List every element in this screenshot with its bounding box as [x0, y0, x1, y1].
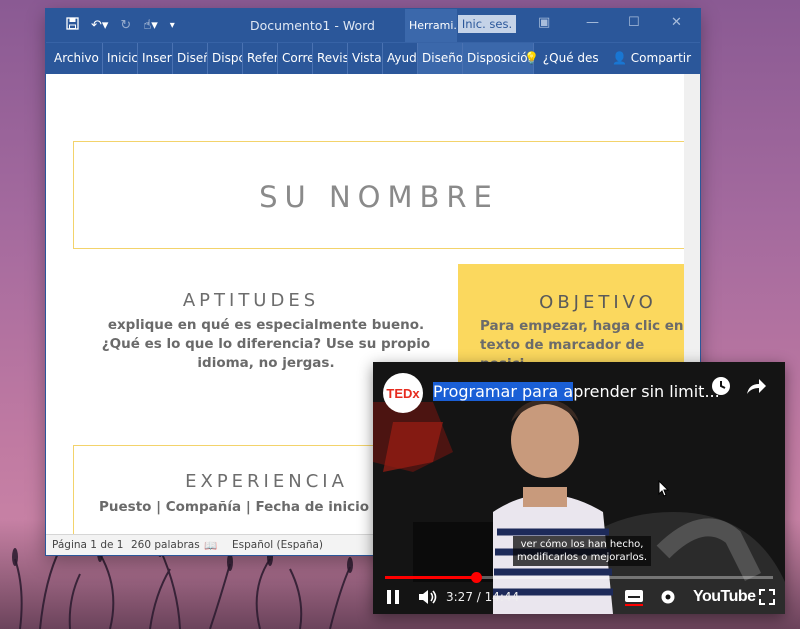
tedx-logo[interactable]: TEDx [383, 373, 423, 413]
ribbon-display-options-icon[interactable]: ▣ [538, 15, 550, 30]
minimize-button[interactable]: — [586, 15, 599, 30]
redo-icon[interactable]: ↻ [120, 18, 131, 33]
close-button[interactable]: ✕ [671, 15, 682, 30]
tell-me-box[interactable]: 💡 ¿Qué des [524, 43, 599, 74]
share-icon[interactable] [745, 376, 767, 400]
window-title: Documento1 - Word [250, 18, 375, 33]
sign-in-button[interactable]: Inic. ses. [458, 15, 516, 33]
tab-revisar[interactable]: Revis [313, 43, 348, 74]
volume-icon[interactable] [417, 588, 439, 610]
tab-diseno-tabla[interactable]: Diseño [418, 43, 463, 74]
tab-referencias[interactable]: Refer [243, 43, 278, 74]
subtitles-icon[interactable] [624, 588, 644, 610]
tab-diseno[interactable]: Diseñ [173, 43, 208, 74]
share-button[interactable]: 👤 Compartir [612, 43, 691, 74]
tab-vista[interactable]: Vista [348, 43, 383, 74]
context-tab-tools[interactable]: Herrami... [405, 9, 464, 42]
undo-icon[interactable]: ↶▾ [91, 18, 108, 33]
objective-heading[interactable]: OBJETIVO [458, 292, 700, 313]
video-time: 3:27 / 14:44 [446, 590, 520, 604]
resume-name[interactable]: SU NOMBRE [74, 180, 684, 214]
tab-disposicion[interactable]: Dispc [208, 43, 243, 74]
tab-inicio[interactable]: Inicic [103, 43, 138, 74]
settings-gear-icon[interactable] [659, 588, 677, 610]
page-count[interactable]: Página 1 de 1 [52, 539, 123, 551]
word-count[interactable]: 260 palabras [131, 539, 200, 551]
fullscreen-icon[interactable] [759, 589, 775, 609]
mouse-cursor-icon [658, 479, 670, 502]
customize-toolbar-icon[interactable]: ▾ [170, 20, 175, 31]
progress-played [385, 576, 477, 579]
lightbulb-icon: 💡 [524, 51, 539, 65]
tab-ayuda[interactable]: Ayud [383, 43, 418, 74]
maximize-button[interactable]: ☐ [628, 15, 640, 30]
language-status[interactable]: Español (España) [232, 539, 323, 551]
video-controls: 3:27 / 14:44 YouTube [373, 586, 785, 614]
save-icon[interactable] [66, 17, 79, 34]
skills-heading[interactable]: APTITUDES [116, 290, 386, 311]
name-section[interactable]: SU NOMBRE [73, 141, 700, 249]
tab-correspondencia[interactable]: Corre [278, 43, 313, 74]
pause-icon[interactable] [385, 588, 401, 610]
video-progress-bar[interactable] [385, 572, 773, 583]
touch-mode-icon[interactable]: ☝▾ [143, 18, 157, 33]
youtube-logo[interactable]: YouTube [693, 588, 756, 606]
video-player[interactable]: TEDx Programar para aprender sin limit..… [373, 362, 785, 614]
proofing-icon[interactable]: 📖 [204, 539, 217, 552]
title-bar: ↶▾ ↻ ☝▾ ▾ Documento1 - Word Herrami... I… [46, 9, 700, 42]
ribbon-tabs: Archivo Inicic Inserti Diseñ Dispc Refer… [46, 42, 700, 74]
tab-insertar[interactable]: Inserti [138, 43, 173, 74]
video-subtitles: ver cómo los han hecho, modificarlos o m… [513, 536, 652, 566]
user-icon: 👤 [612, 51, 627, 65]
video-title[interactable]: Programar para aprender sin limit... [433, 382, 720, 401]
watch-later-icon[interactable] [710, 375, 732, 401]
tab-archivo[interactable]: Archivo [46, 43, 103, 74]
